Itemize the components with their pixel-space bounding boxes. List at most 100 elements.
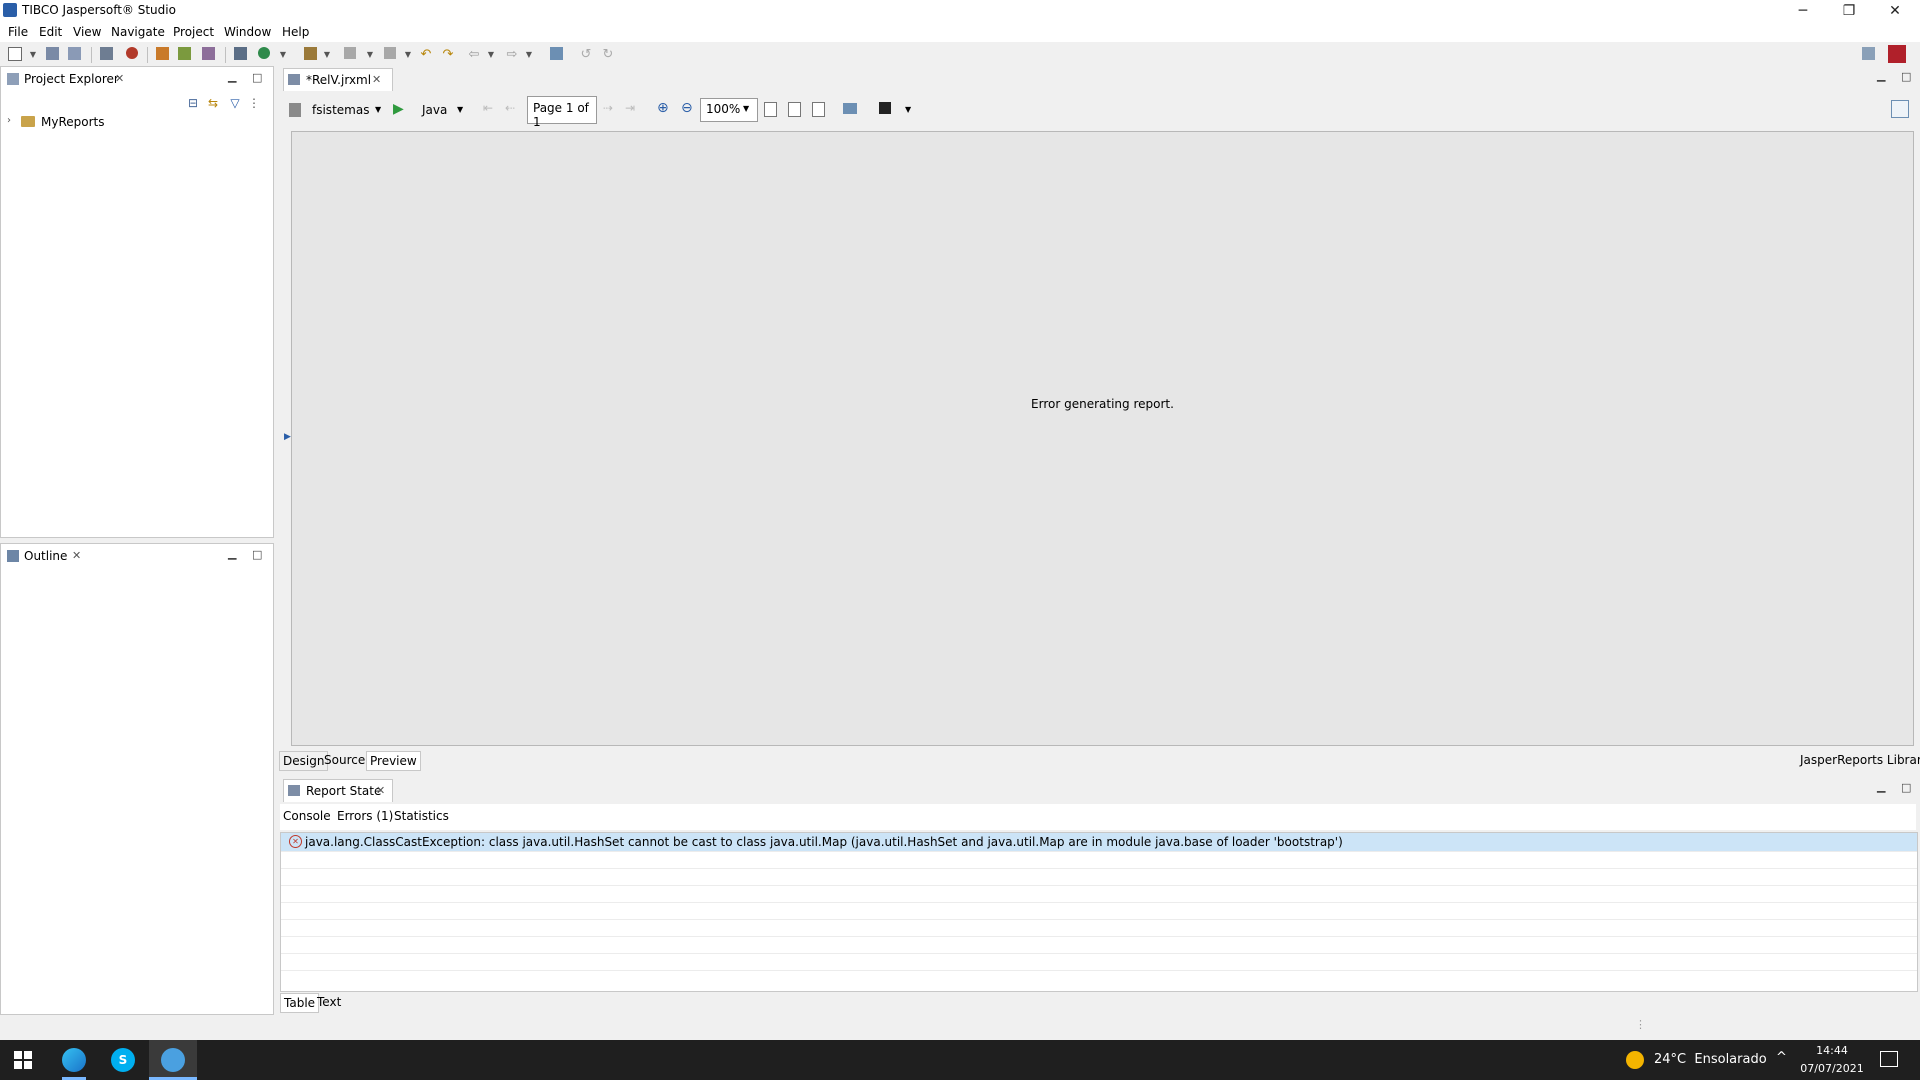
menu-view[interactable]: View [73, 25, 101, 39]
chevron-down-icon[interactable]: ▼ [524, 47, 534, 61]
compile-icon[interactable] [100, 47, 113, 60]
chevron-up-icon[interactable]: ^ [1776, 1050, 1787, 1065]
maximize-view-icon[interactable]: □ [1901, 781, 1911, 794]
menu-project[interactable]: Project [173, 25, 214, 39]
back-edit-icon[interactable]: ↶ [418, 46, 434, 62]
language-select[interactable]: Java [422, 103, 447, 117]
minimize-editor-icon[interactable]: ▁ [1877, 69, 1885, 82]
chevron-down-icon[interactable]: ▼ [375, 105, 381, 114]
edit-report-icon[interactable] [202, 47, 215, 60]
chevron-down-icon[interactable]: ▼ [365, 47, 375, 61]
save-export-icon[interactable] [879, 102, 891, 114]
minimize-view-icon[interactable]: ▁ [228, 70, 236, 83]
link-editor-icon[interactable]: ⇆ [205, 95, 221, 111]
skype-icon[interactable]: S [111, 1048, 135, 1072]
editor-tab[interactable]: *RelV.jrxml ✕ [283, 68, 393, 91]
close-icon[interactable]: ✕ [72, 549, 81, 562]
collapse-all-icon[interactable]: ⊟ [185, 95, 201, 111]
outline-tab[interactable]: Outline [24, 549, 67, 563]
close-icon[interactable]: ✕ [115, 72, 124, 85]
new-icon[interactable] [8, 47, 22, 61]
maximize-view-icon[interactable]: □ [252, 548, 262, 561]
first-page-icon[interactable]: ⇤ [483, 101, 493, 115]
menu-window[interactable]: Window [224, 25, 271, 39]
chevron-down-icon[interactable]: ▼ [403, 47, 413, 61]
clock-time[interactable]: 14:44 [1804, 1044, 1860, 1057]
forward-icon[interactable]: ⇨ [504, 46, 520, 62]
maximize-view-icon[interactable]: □ [252, 71, 262, 84]
jaspersoft-perspective-icon[interactable] [1888, 45, 1906, 63]
datasource-select[interactable]: fsistemas [312, 103, 369, 117]
tab-errors[interactable]: Errors (1) [337, 809, 393, 823]
prev-annotation-icon[interactable] [384, 47, 396, 59]
chevron-right-icon[interactable]: › [7, 115, 11, 126]
chevron-down-icon[interactable]: ▼ [457, 105, 463, 114]
back-icon[interactable]: ⇦ [466, 46, 482, 62]
windows-start-icon[interactable] [14, 1051, 32, 1069]
notifications-icon[interactable] [1880, 1051, 1898, 1067]
filter-icon[interactable]: ▽ [227, 95, 243, 111]
edge-browser-icon[interactable] [62, 1048, 86, 1072]
chevron-down-icon[interactable]: ▼ [486, 47, 496, 61]
chevron-down-icon[interactable]: ▼ [322, 47, 332, 61]
chevron-down-icon[interactable]: ▼ [278, 47, 288, 61]
tab-statistics[interactable]: Statistics [394, 809, 449, 823]
minimize-view-icon[interactable]: ▁ [228, 547, 236, 560]
save-all-icon[interactable] [68, 47, 81, 60]
view-menu-icon[interactable]: ⋮ [248, 95, 260, 111]
debug-icon[interactable] [126, 47, 138, 59]
close-icon[interactable]: ✕ [376, 784, 385, 797]
report-state-icon [288, 785, 300, 796]
redo-icon[interactable]: ↻ [600, 46, 616, 62]
tools-icon[interactable] [304, 47, 317, 60]
save-icon[interactable] [46, 47, 59, 60]
project-explorer-tab[interactable]: Project Explorer [24, 72, 119, 86]
report-state-tab[interactable]: Report State ✕ [283, 779, 393, 802]
next-page-icon[interactable]: ⇢ [603, 101, 613, 115]
report-wizard-icon[interactable] [156, 47, 169, 60]
actual-size-icon[interactable] [812, 102, 825, 117]
minimize-view-icon[interactable]: ▁ [1877, 780, 1885, 793]
run-external-icon[interactable] [258, 47, 270, 59]
outline-icon [7, 550, 19, 562]
menu-edit[interactable]: Edit [39, 25, 62, 39]
run-report-icon[interactable]: ▶ [393, 101, 404, 117]
tab-source[interactable]: Source [321, 751, 368, 769]
chevron-down-icon[interactable]: ▼ [28, 47, 38, 61]
forward-edit-icon[interactable]: ↷ [440, 46, 456, 62]
undo-icon[interactable]: ↺ [578, 46, 594, 62]
export-icon[interactable] [843, 103, 857, 114]
previous-page-icon[interactable]: ⇠ [505, 101, 515, 115]
tab-preview[interactable]: Preview [366, 751, 421, 771]
minimize-button[interactable]: ─ [1780, 0, 1826, 22]
last-page-icon[interactable]: ⇥ [625, 101, 635, 115]
menu-help[interactable]: Help [282, 25, 309, 39]
next-annotation-icon[interactable] [344, 47, 356, 59]
menu-file[interactable]: File [8, 25, 28, 39]
server-icon[interactable] [234, 47, 247, 60]
maximize-editor-icon[interactable]: □ [1901, 70, 1911, 83]
close-icon[interactable]: ✕ [372, 73, 381, 86]
table-row[interactable]: ✕ java.lang.ClassCastException: class ja… [281, 833, 1917, 852]
tab-console[interactable]: Console [283, 809, 331, 823]
close-button[interactable]: ✕ [1872, 0, 1918, 22]
fit-page-icon[interactable] [764, 102, 777, 117]
zoom-out-icon[interactable]: ⊖ [681, 100, 693, 116]
clock-date[interactable]: 07/07/2021 [1800, 1062, 1864, 1075]
zoom-in-icon[interactable]: ⊕ [657, 100, 669, 116]
dataset-icon[interactable] [178, 47, 191, 60]
tree-item-myreports[interactable]: › MyReports [7, 114, 207, 132]
fit-width-icon[interactable] [788, 102, 801, 117]
jaspersoft-taskbar-button[interactable] [149, 1040, 197, 1080]
chevron-down-icon[interactable]: ▼ [905, 105, 911, 114]
open-perspective-icon[interactable] [1862, 47, 1875, 60]
menu-navigate[interactable]: Navigate [111, 25, 165, 39]
pin-editor-icon[interactable] [550, 47, 563, 60]
expand-palette-icon[interactable]: ▶ [284, 432, 291, 442]
zoom-select[interactable]: 100% ▼ [700, 98, 758, 122]
weather-text[interactable]: 24°C Ensolarado [1654, 1052, 1767, 1067]
toggle-sidebar-icon[interactable] [1891, 100, 1909, 118]
restore-button[interactable]: ❐ [1826, 0, 1872, 22]
tab-text[interactable]: Text [314, 993, 344, 1011]
window-title: TIBCO Jaspersoft® Studio [22, 3, 176, 17]
